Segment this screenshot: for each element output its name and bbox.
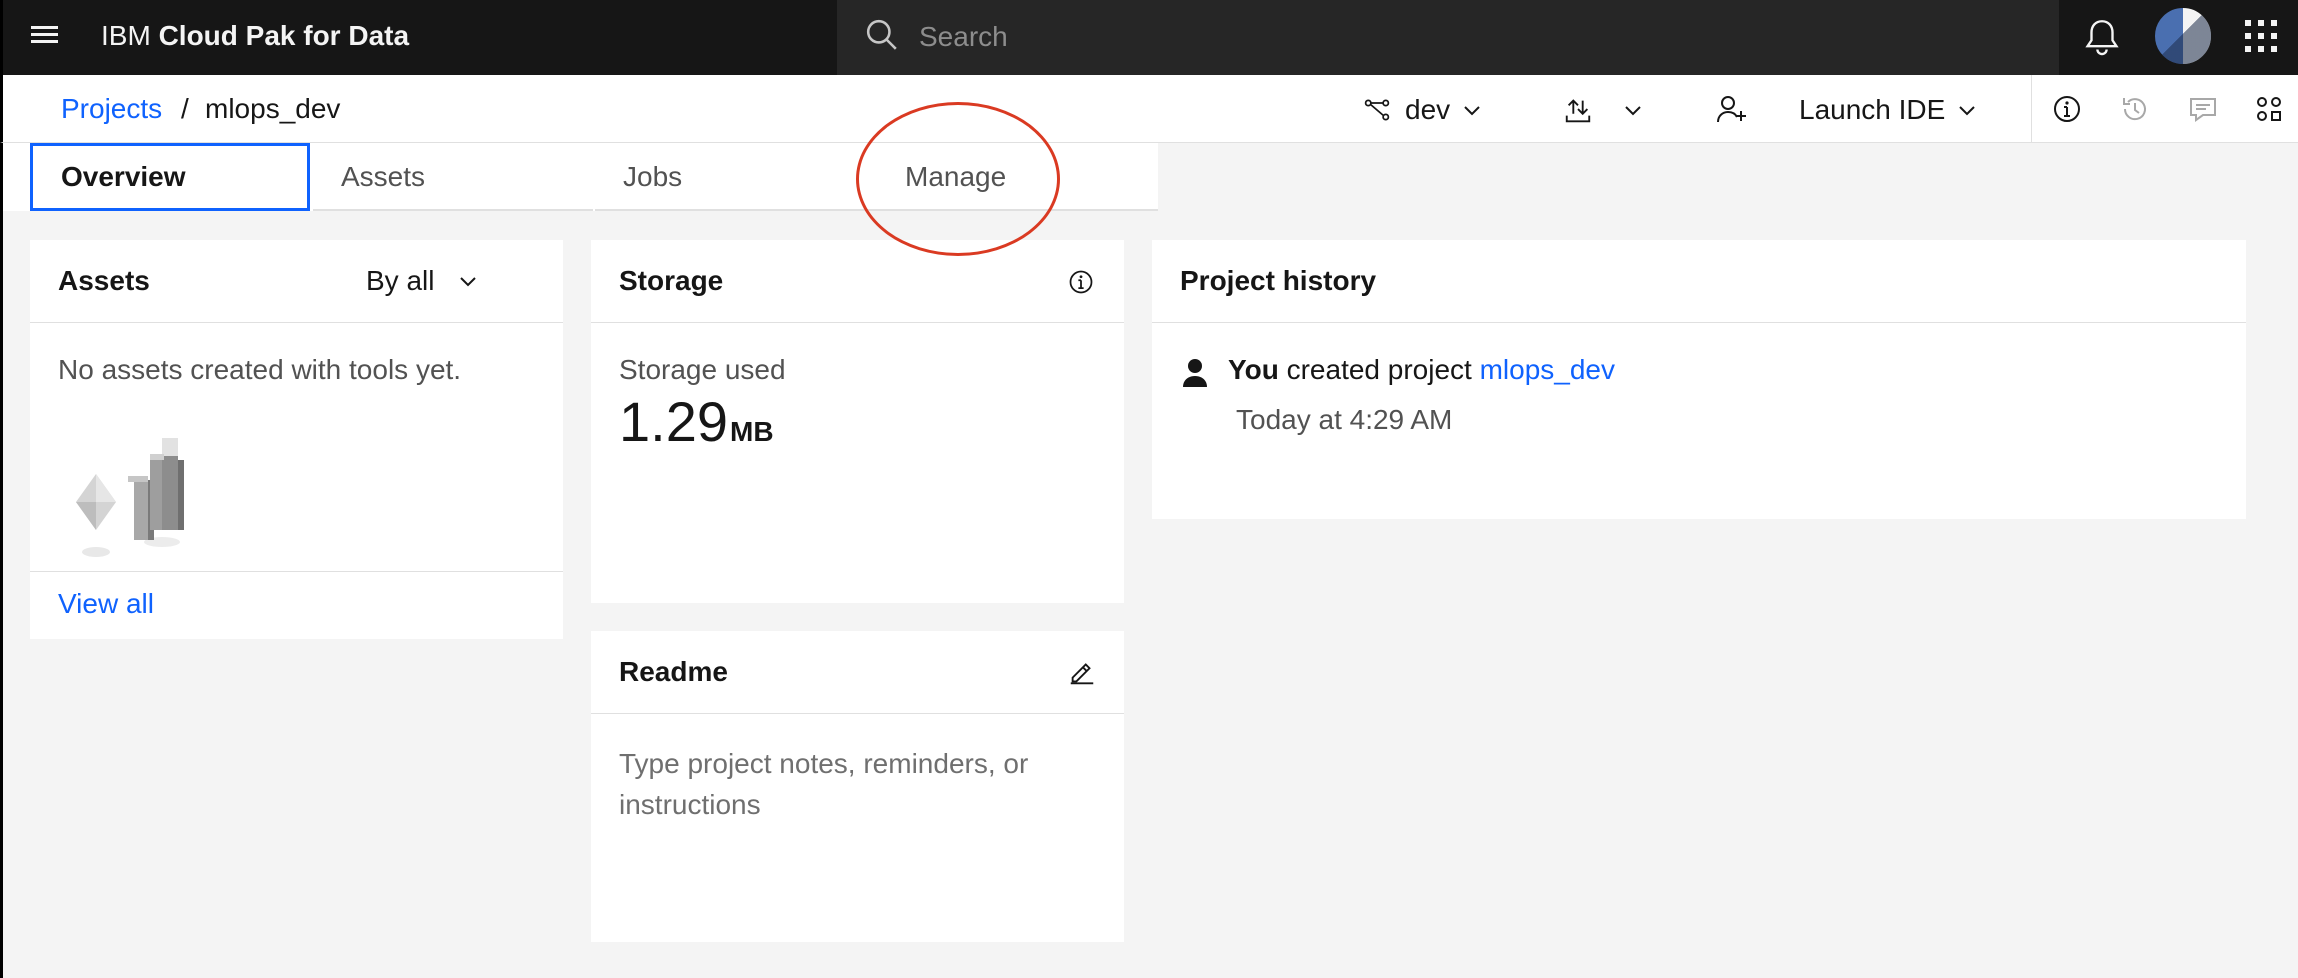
launch-ide-label: Launch IDE: [1799, 94, 1946, 125]
history-action: created project: [1286, 354, 1472, 385]
brand-prefix: IBM: [101, 20, 151, 51]
chevron-down-icon: [1464, 106, 1480, 116]
chevron-down-icon: [1959, 106, 1976, 116]
storage-used-label: Storage used: [619, 354, 786, 385]
project-history-header: Project history: [1152, 240, 2246, 323]
storage-info-icon[interactable]: [1067, 268, 1095, 296]
add-collaborator-icon[interactable]: [1715, 93, 1747, 125]
storage-card: Storage Storage used 1.29MB: [591, 240, 1124, 603]
project-tabs: Overview Assets Jobs Manage: [0, 143, 2298, 211]
assets-card-title: Assets: [58, 265, 150, 296]
breadcrumb-current-project: mlops_dev: [205, 93, 341, 124]
chevron-down-icon: [1625, 106, 1641, 116]
assets-empty-message: No assets created with tools yet.: [58, 354, 462, 385]
project-history-card: Project history You created project mlop…: [1152, 240, 2246, 519]
branch-selector[interactable]: dev: [1363, 89, 1484, 131]
storage-card-title: Storage: [619, 265, 724, 296]
history-entry: You created project mlops_dev: [1228, 352, 1615, 388]
project-toolbar: Projects / mlops_dev dev Launch IDE: [0, 75, 2298, 143]
assets-card-divider: [30, 571, 563, 572]
tab-manage[interactable]: Manage: [877, 143, 1157, 211]
git-branch-icon: [1364, 99, 1390, 121]
user-icon: [1183, 359, 1207, 387]
assets-filter-label: By all: [366, 265, 435, 296]
project-history-title: Project history: [1180, 265, 1377, 296]
history-project-link[interactable]: mlops_dev: [1480, 354, 1615, 385]
history-icon[interactable]: [2119, 93, 2151, 125]
history-actor: You: [1228, 354, 1279, 385]
notification-bell-icon[interactable]: [2081, 14, 2123, 60]
toolbar-divider: [2031, 75, 2032, 143]
top-header: IBM Cloud Pak for Data: [0, 0, 2298, 75]
readme-card: Readme Type project notes, reminders, or…: [591, 631, 1124, 942]
launch-ide-menu[interactable]: Launch IDE: [1785, 89, 1979, 131]
search-icon: [866, 19, 897, 50]
branch-label: dev: [1405, 94, 1451, 125]
breadcrumb-separator: /: [181, 93, 189, 124]
upload-download-icon: [1565, 99, 1591, 123]
history-timestamp: Today at 4:29 AM: [1236, 404, 1453, 435]
readme-placeholder[interactable]: Type project notes, reminders, or instru…: [619, 743, 1079, 825]
apps-icon[interactable]: [2253, 93, 2285, 125]
assets-filter-dropdown[interactable]: By all: [366, 263, 480, 299]
comments-icon[interactable]: [2187, 93, 2219, 125]
view-all-assets-link[interactable]: View all: [58, 586, 154, 622]
info-icon[interactable]: [2051, 93, 2083, 125]
brand-name: Cloud Pak for Data: [158, 20, 410, 51]
tab-overview[interactable]: Overview: [30, 143, 310, 211]
tabs-background-right: [1158, 143, 2298, 211]
chevron-down-icon: [460, 277, 477, 287]
assets-card-header: Assets By all: [30, 240, 563, 323]
storage-card-header: Storage: [591, 240, 1124, 323]
import-export-menu[interactable]: [1563, 89, 1645, 131]
storage-used-readout: 1.29MB: [619, 390, 774, 454]
empty-state-illustration: [76, 438, 184, 557]
assets-card: Assets By all No assets created with too…: [30, 240, 563, 639]
tab-jobs[interactable]: Jobs: [595, 143, 875, 211]
search-input[interactable]: [919, 14, 2019, 60]
edit-pencil-icon[interactable]: [1067, 657, 1097, 687]
storage-used-unit: MB: [730, 416, 774, 447]
tab-assets[interactable]: Assets: [313, 143, 593, 211]
search-bar[interactable]: [837, 0, 2059, 75]
storage-used-value: 1.29: [619, 390, 728, 453]
product-name[interactable]: IBM Cloud Pak for Data: [101, 18, 409, 54]
readme-card-header: Readme: [591, 631, 1124, 714]
app-switcher-icon[interactable]: [2245, 20, 2279, 54]
breadcrumb-projects[interactable]: Projects: [61, 91, 162, 127]
readme-card-title: Readme: [619, 656, 728, 687]
user-avatar[interactable]: [2153, 6, 2213, 66]
menu-icon[interactable]: [31, 22, 61, 52]
